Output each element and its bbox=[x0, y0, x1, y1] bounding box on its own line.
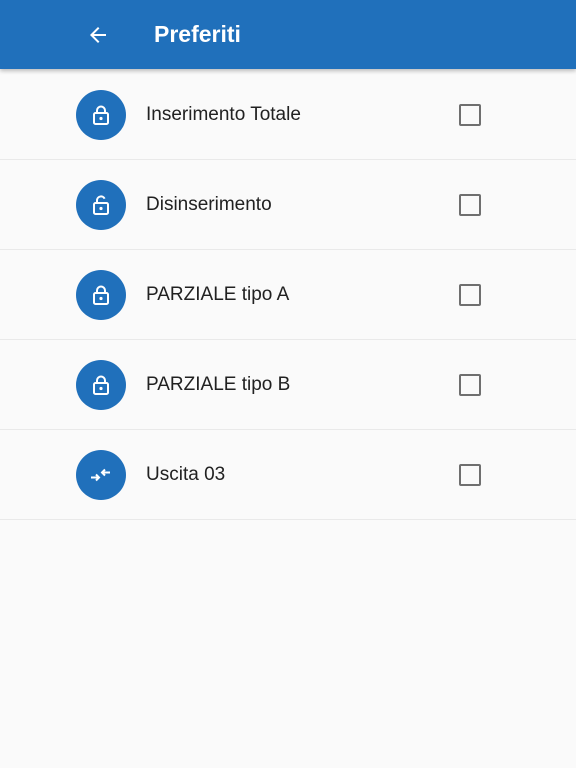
arrow-back-icon bbox=[90, 27, 106, 43]
lock-open-icon bbox=[93, 195, 109, 215]
list-item[interactable]: Uscita 03 bbox=[0, 430, 576, 520]
back-button[interactable] bbox=[80, 17, 116, 53]
lock-icon bbox=[93, 285, 109, 305]
item-label: Disinserimento bbox=[146, 194, 272, 215]
item-label: Uscita 03 bbox=[146, 464, 226, 485]
list-item[interactable]: Inserimento Totale bbox=[0, 70, 576, 160]
item-avatar bbox=[76, 180, 126, 230]
item-avatar bbox=[76, 270, 126, 320]
lock-icon bbox=[93, 105, 109, 125]
item-label: PARZIALE tipo B bbox=[146, 374, 291, 395]
item-label: Inserimento Totale bbox=[146, 104, 301, 125]
swap-arrows-icon bbox=[91, 468, 110, 482]
item-avatar bbox=[76, 360, 126, 410]
app-bar: Preferiti bbox=[0, 0, 576, 69]
list-item[interactable]: Disinserimento bbox=[0, 160, 576, 250]
item-avatar bbox=[76, 450, 126, 500]
lock-icon bbox=[93, 375, 109, 395]
favorites-list: Inserimento Totale Disinserimento PARZIA… bbox=[0, 80, 576, 520]
item-avatar bbox=[76, 90, 126, 140]
item-label: PARZIALE tipo A bbox=[146, 284, 290, 305]
favorite-checkbox[interactable] bbox=[459, 284, 481, 306]
list-item[interactable]: PARZIALE tipo B bbox=[0, 340, 576, 430]
favorite-checkbox[interactable] bbox=[459, 464, 481, 486]
list-item[interactable]: PARZIALE tipo A bbox=[0, 250, 576, 340]
favorite-checkbox[interactable] bbox=[459, 194, 481, 216]
page-title: Preferiti bbox=[154, 21, 241, 47]
favorite-checkbox[interactable] bbox=[459, 104, 481, 126]
favorite-checkbox[interactable] bbox=[459, 374, 481, 396]
